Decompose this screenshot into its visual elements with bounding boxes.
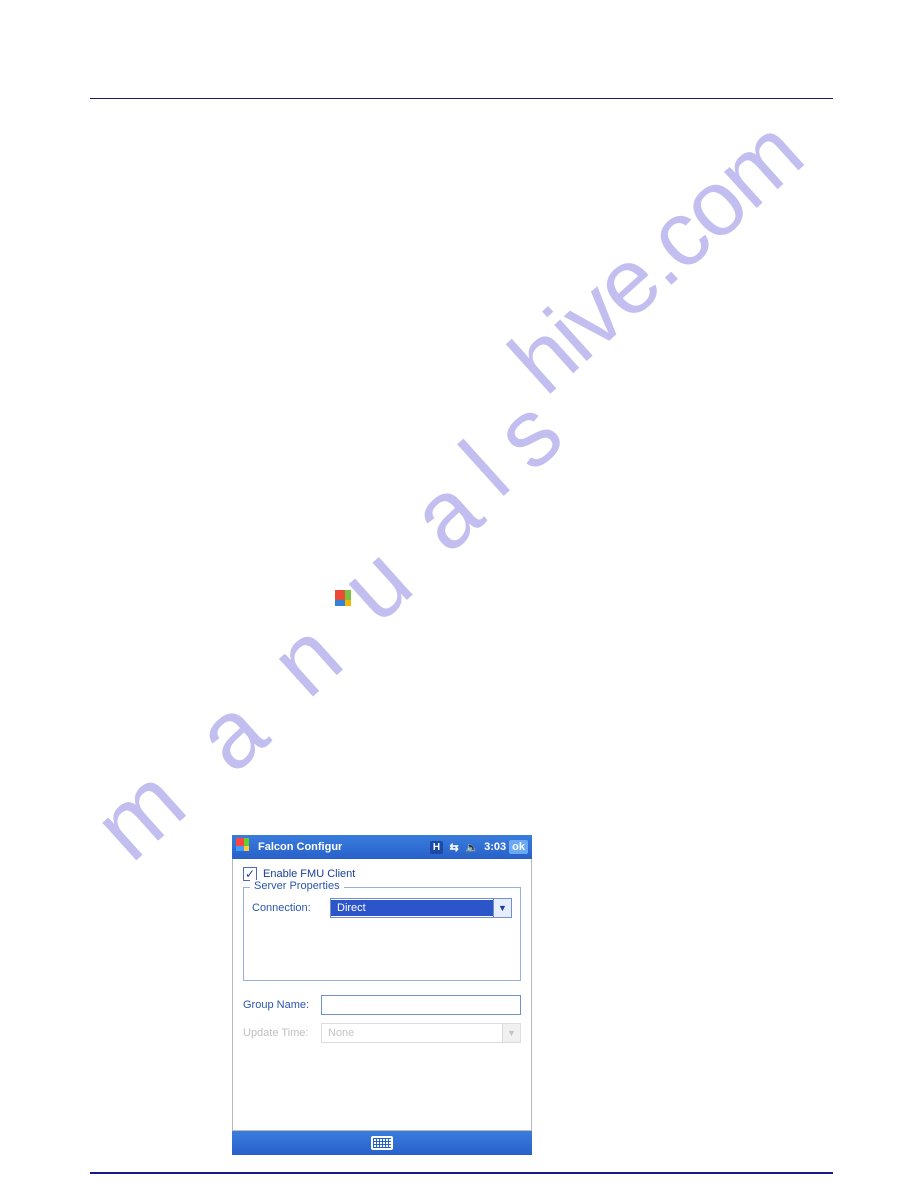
enable-fmu-label: Enable FMU Client [263,868,355,880]
enable-fmu-checkbox[interactable]: ✓ [243,867,257,881]
bottom-toolbar [232,1131,532,1155]
device-screenshot: Falcon Configur H ⇆ 🔈 3:03 ok ✓ Enable F… [232,835,532,1155]
ok-button[interactable]: ok [509,840,528,854]
chevron-down-icon: ▼ [502,1024,520,1042]
connection-select[interactable]: Direct ▼ [330,898,512,918]
watermark-char: a [175,677,287,793]
keyboard-icon[interactable] [371,1136,393,1150]
group-name-input[interactable] [321,995,521,1015]
volume-icon[interactable]: 🔈 [464,840,480,854]
windows-logo [335,590,357,612]
watermark-char: l [441,423,529,518]
connection-icon[interactable]: ⇆ [446,840,462,854]
window-titlebar: Falcon Configur H ⇆ 🔈 3:03 ok [232,835,532,859]
group-name-label: Group Name: [243,999,315,1011]
watermark-char: a [390,457,502,573]
server-properties-group: Server Properties Connection: Direct ▼ [243,887,521,981]
update-time-label: Update Time: [243,1027,315,1039]
clock: 3:03 [484,841,506,853]
window-title: Falcon Configur [258,841,428,853]
start-icon[interactable] [236,838,254,856]
update-time-value: None [322,1025,502,1041]
window-client-area: ✓ Enable FMU Client Server Properties Co… [232,859,532,1131]
titlebar-badge: H [430,841,443,854]
connection-value: Direct [331,900,493,916]
watermark-char: s [474,379,582,492]
chevron-down-icon[interactable]: ▼ [493,899,511,917]
watermark-tail: hive.com [490,101,822,415]
footer-rule [90,1172,833,1174]
watermark-char: n [250,602,362,718]
server-properties-legend: Server Properties [250,880,344,892]
update-time-select: None ▼ [321,1023,521,1043]
connection-label: Connection: [252,902,324,914]
header-rule [90,98,833,99]
watermark-char: m [73,748,205,882]
watermark-char: u [320,527,432,643]
